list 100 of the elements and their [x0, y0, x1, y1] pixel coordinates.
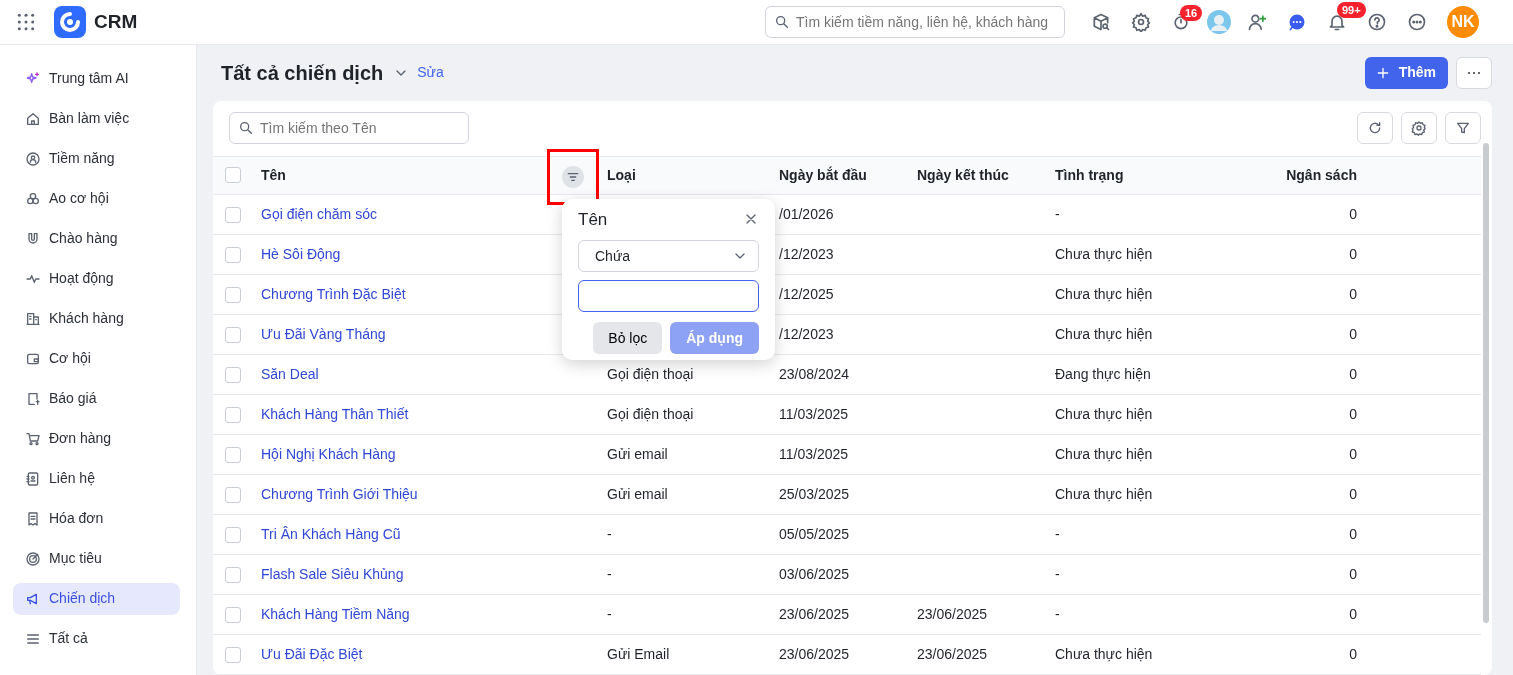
campaign-link[interactable]: Chương Trình Giới Thiệu	[261, 486, 418, 502]
row-checkbox[interactable]	[225, 606, 241, 623]
select-all-checkbox[interactable]	[225, 167, 241, 184]
table-cell: 23/06/2025	[779, 646, 850, 662]
column-header[interactable]: Tình trạng	[1055, 164, 1124, 186]
table-cell: /12/2023	[779, 246, 834, 262]
table-cell: Chưa thực hiện	[1055, 246, 1153, 262]
table-cell: 0	[1349, 246, 1357, 262]
sidebar-item[interactable]: Ao cơ hội	[13, 182, 180, 215]
table-cell: 11/03/2025	[779, 406, 849, 422]
column-filter-button[interactable]	[562, 165, 584, 188]
campaign-link[interactable]: Chương Trình Đặc Biệt	[261, 286, 406, 302]
building-icon	[25, 310, 41, 327]
table-cell: 05/05/2025	[779, 526, 850, 542]
table-cell: -	[1055, 526, 1060, 542]
table-cell: /12/2025	[779, 286, 834, 302]
row-checkbox[interactable]	[225, 646, 241, 663]
row-checkbox[interactable]	[225, 486, 241, 503]
column-header[interactable]: Ngân sách	[1286, 164, 1357, 186]
more-icon[interactable]	[1407, 11, 1427, 32]
package-search-icon[interactable]	[1091, 11, 1111, 32]
refresh-button[interactable]	[1357, 112, 1393, 145]
operator-select[interactable]: Chứa	[578, 240, 759, 273]
table-cell: 0	[1349, 366, 1357, 382]
table-cell: 0	[1349, 286, 1357, 302]
row-checkbox[interactable]	[225, 246, 241, 263]
magnet-icon	[25, 230, 41, 247]
help-icon[interactable]	[1367, 11, 1387, 32]
row-checkbox[interactable]	[225, 566, 241, 583]
column-header[interactable]: Ngày kết thúc	[917, 164, 1009, 186]
sidebar-item[interactable]: Đơn hàng	[13, 422, 180, 455]
row-checkbox[interactable]	[225, 406, 241, 423]
table-cell: 23/06/2025	[917, 606, 988, 622]
sidebar-item[interactable]: Khách hàng	[13, 302, 180, 335]
sidebar-item[interactable]: Báo giá	[13, 382, 180, 415]
filter-value-field[interactable]	[578, 280, 759, 313]
notification-badge: 99+	[1337, 1, 1366, 18]
column-header[interactable]: Ngày bắt đầu	[779, 164, 867, 186]
circles-icon	[25, 190, 41, 207]
table-cell: 23/08/2024	[779, 366, 850, 382]
sidebar-item[interactable]: Tất cả	[13, 622, 180, 655]
column-header[interactable]: Loại	[607, 164, 636, 186]
campaign-link[interactable]: Ưu Đãi Đặc Biệt	[261, 646, 363, 662]
sidebar-item[interactable]: Chào hàng	[13, 222, 180, 255]
sidebar-item[interactable]: Cơ hội	[13, 342, 180, 375]
table-search-field[interactable]: Tìm kiếm theo Tên	[229, 112, 469, 145]
more-icon	[1468, 71, 1480, 74]
sidebar-item[interactable]: Chiến dịch	[13, 582, 180, 615]
add-button[interactable]: Thêm	[1364, 56, 1448, 89]
column-header[interactable]: Tên	[261, 164, 286, 186]
app-name: CRM	[94, 9, 138, 34]
clear-filter-button[interactable]: Bỏ lọc	[593, 322, 663, 355]
settings-button[interactable]	[1401, 112, 1437, 145]
sidebar-item[interactable]: Mục tiêu	[13, 542, 180, 575]
campaign-link[interactable]: Hội Nghị Khách Hàng	[261, 446, 396, 462]
table-cell: Gửi email	[607, 486, 668, 502]
settings-icon	[1411, 120, 1427, 137]
campaign-link[interactable]: Hè Sôi Động	[261, 246, 341, 262]
table-cell: 0	[1349, 606, 1357, 622]
sidebar-item[interactable]: Hóa đơn	[13, 502, 180, 535]
sidebar-item[interactable]: Bàn làm việc	[13, 102, 180, 135]
row-checkbox[interactable]	[225, 326, 241, 343]
scrollbar[interactable]	[1483, 142, 1489, 623]
table-cell: 0	[1349, 406, 1357, 422]
table-cell: Chưa thực hiện	[1055, 286, 1153, 302]
table-cell: /01/2026	[779, 206, 834, 222]
sidebar-item[interactable]: Liên hệ	[13, 462, 180, 495]
row-checkbox[interactable]	[225, 286, 241, 303]
table-cell: -	[1055, 606, 1060, 622]
table-cell: 0	[1349, 566, 1357, 582]
table-cell: 11/03/2025	[779, 446, 849, 462]
row-checkbox[interactable]	[225, 446, 241, 463]
sidebar-item[interactable]: Tiềm năng	[13, 142, 180, 175]
table-cell: 25/03/2025	[779, 486, 850, 502]
campaign-link[interactable]: Tri Ân Khách Hàng Cũ	[261, 526, 401, 542]
table-cell: -	[1055, 206, 1060, 222]
table-cell: 0	[1349, 446, 1357, 462]
global-search-field[interactable]: Tìm kiếm tiềm năng, liên hệ, khách hàng	[765, 5, 1065, 38]
table-cell: 23/06/2025	[917, 646, 988, 662]
contact-book-icon	[25, 470, 41, 487]
sidebar-item[interactable]: Hoạt động	[13, 262, 180, 295]
campaign-link[interactable]: Flash Sale Siêu Khủng	[261, 566, 404, 582]
campaign-link[interactable]: Gọi điện chăm sóc	[261, 206, 377, 222]
table-cell: Chưa thực hiện	[1055, 646, 1153, 662]
table-cell: 0	[1349, 326, 1357, 342]
logo-icon[interactable]	[54, 5, 86, 38]
row-checkbox[interactable]	[225, 366, 241, 383]
sidebar-item[interactable]: Trung tâm AI	[13, 62, 180, 95]
campaign-link[interactable]: Săn Deal	[261, 366, 319, 382]
table-cell: Chưa thực hiện	[1055, 446, 1153, 462]
apps-grid-icon[interactable]	[16, 11, 36, 32]
search-icon	[774, 13, 790, 30]
campaign-link[interactable]: Ưu Đãi Vàng Tháng	[261, 326, 386, 342]
row-checkbox[interactable]	[225, 206, 241, 223]
campaign-link[interactable]: Khách Hàng Tiềm Năng	[261, 606, 410, 622]
campaign-link[interactable]: Khách Hàng Thân Thiết	[261, 406, 409, 422]
edit-link[interactable]: Sửa	[417, 62, 444, 84]
settings-icon[interactable]	[1131, 11, 1151, 32]
row-checkbox[interactable]	[225, 526, 241, 543]
filter-button[interactable]	[1445, 112, 1481, 145]
